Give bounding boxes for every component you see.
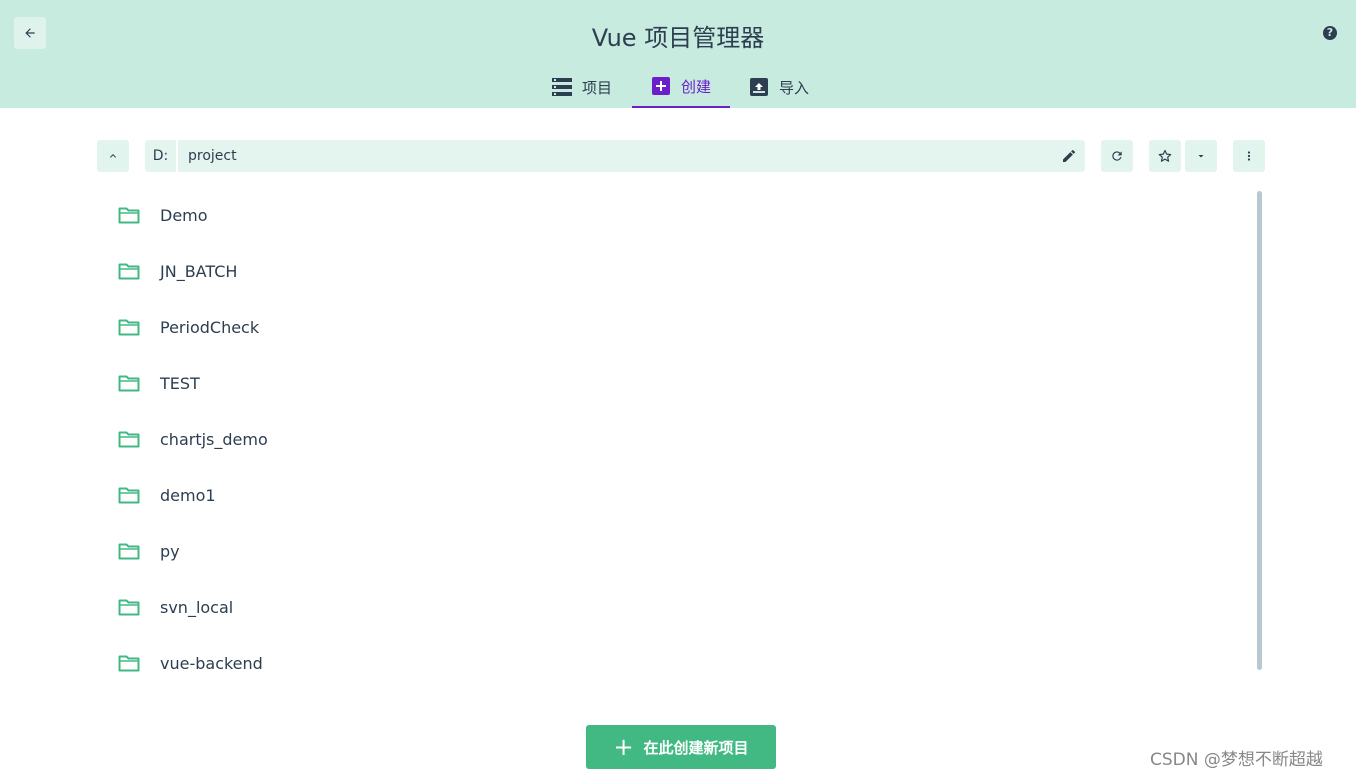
folder-item[interactable]: chartjs_demo bbox=[118, 411, 1218, 467]
path-input[interactable]: project bbox=[188, 140, 237, 172]
folder-toolbar: D: project bbox=[0, 140, 1356, 172]
add-box-icon bbox=[651, 76, 671, 96]
tab-projects-label: 项目 bbox=[582, 78, 613, 97]
folder-icon bbox=[118, 319, 140, 336]
folder-name: demo1 bbox=[160, 485, 216, 505]
favorites-dropdown-button[interactable] bbox=[1185, 140, 1217, 172]
folder-name: TEST bbox=[160, 373, 200, 393]
folder-icon bbox=[118, 655, 140, 672]
tab-create-label: 创建 bbox=[681, 77, 712, 96]
folder-name: svn_local bbox=[160, 597, 234, 617]
folder-item[interactable]: Demo bbox=[118, 187, 1218, 243]
folder-icon bbox=[118, 375, 140, 392]
folder-icon bbox=[118, 207, 140, 224]
folder-item[interactable]: PeriodCheck bbox=[118, 299, 1218, 355]
refresh-button[interactable] bbox=[1101, 140, 1133, 172]
star-outline-icon bbox=[1158, 149, 1172, 162]
folder-item[interactable]: demo1 bbox=[118, 467, 1218, 523]
create-project-here-label: 在此创建新项目 bbox=[643, 738, 749, 757]
list-icon bbox=[552, 77, 572, 97]
plus-icon: + bbox=[613, 733, 634, 761]
folder-name: chartjs_demo bbox=[160, 429, 268, 449]
unarchive-icon bbox=[749, 77, 769, 97]
tab-import-label: 导入 bbox=[779, 78, 810, 97]
caret-down-icon bbox=[1198, 155, 1204, 158]
folder-name: vue-backend bbox=[160, 653, 263, 673]
more-vertical-icon bbox=[1247, 151, 1251, 161]
folder-name: py bbox=[160, 541, 180, 561]
chevron-up-icon bbox=[110, 154, 116, 158]
help-circle-icon[interactable]: ? bbox=[1323, 26, 1337, 40]
folder-icon bbox=[118, 543, 140, 560]
page-title: Vue 项目管理器 bbox=[591, 24, 765, 52]
drive-selector[interactable]: D: bbox=[145, 140, 178, 172]
parent-folder-button[interactable] bbox=[97, 140, 129, 172]
folder-item[interactable]: vue-backend bbox=[118, 635, 1218, 691]
folder-item[interactable]: TEST bbox=[118, 355, 1218, 411]
favorite-button[interactable] bbox=[1149, 140, 1181, 172]
tab-projects[interactable]: 项目 bbox=[552, 66, 612, 108]
folder-list-scrollbar[interactable] bbox=[1257, 191, 1262, 670]
folder-name: JN_BATCH bbox=[160, 261, 238, 281]
folder-icon bbox=[118, 599, 140, 616]
app-header: Vue 项目管理器 ? 项目 创建 导入 bbox=[0, 0, 1356, 108]
more-options-button[interactable] bbox=[1233, 140, 1265, 172]
refresh-icon bbox=[1112, 151, 1122, 161]
folder-icon bbox=[118, 487, 140, 504]
path-bar[interactable]: D: project bbox=[145, 140, 1085, 172]
main-tabs: 项目 创建 导入 bbox=[0, 66, 1356, 108]
pencil-icon[interactable] bbox=[1061, 148, 1077, 164]
folder-item[interactable]: py bbox=[118, 523, 1218, 579]
tab-create[interactable]: 创建 bbox=[632, 66, 730, 108]
watermark: CSDN @梦想不断超越 bbox=[1150, 750, 1323, 770]
folder-item[interactable]: svn_local bbox=[118, 579, 1218, 635]
folder-icon bbox=[118, 431, 140, 448]
folder-item[interactable]: JN_BATCH bbox=[118, 243, 1218, 299]
folder-name: Demo bbox=[160, 205, 208, 225]
folder-name: PeriodCheck bbox=[160, 317, 260, 337]
create-project-here-button[interactable]: + 在此创建新项目 bbox=[586, 725, 776, 769]
folder-icon bbox=[118, 263, 140, 280]
tab-import[interactable]: 导入 bbox=[749, 66, 809, 108]
